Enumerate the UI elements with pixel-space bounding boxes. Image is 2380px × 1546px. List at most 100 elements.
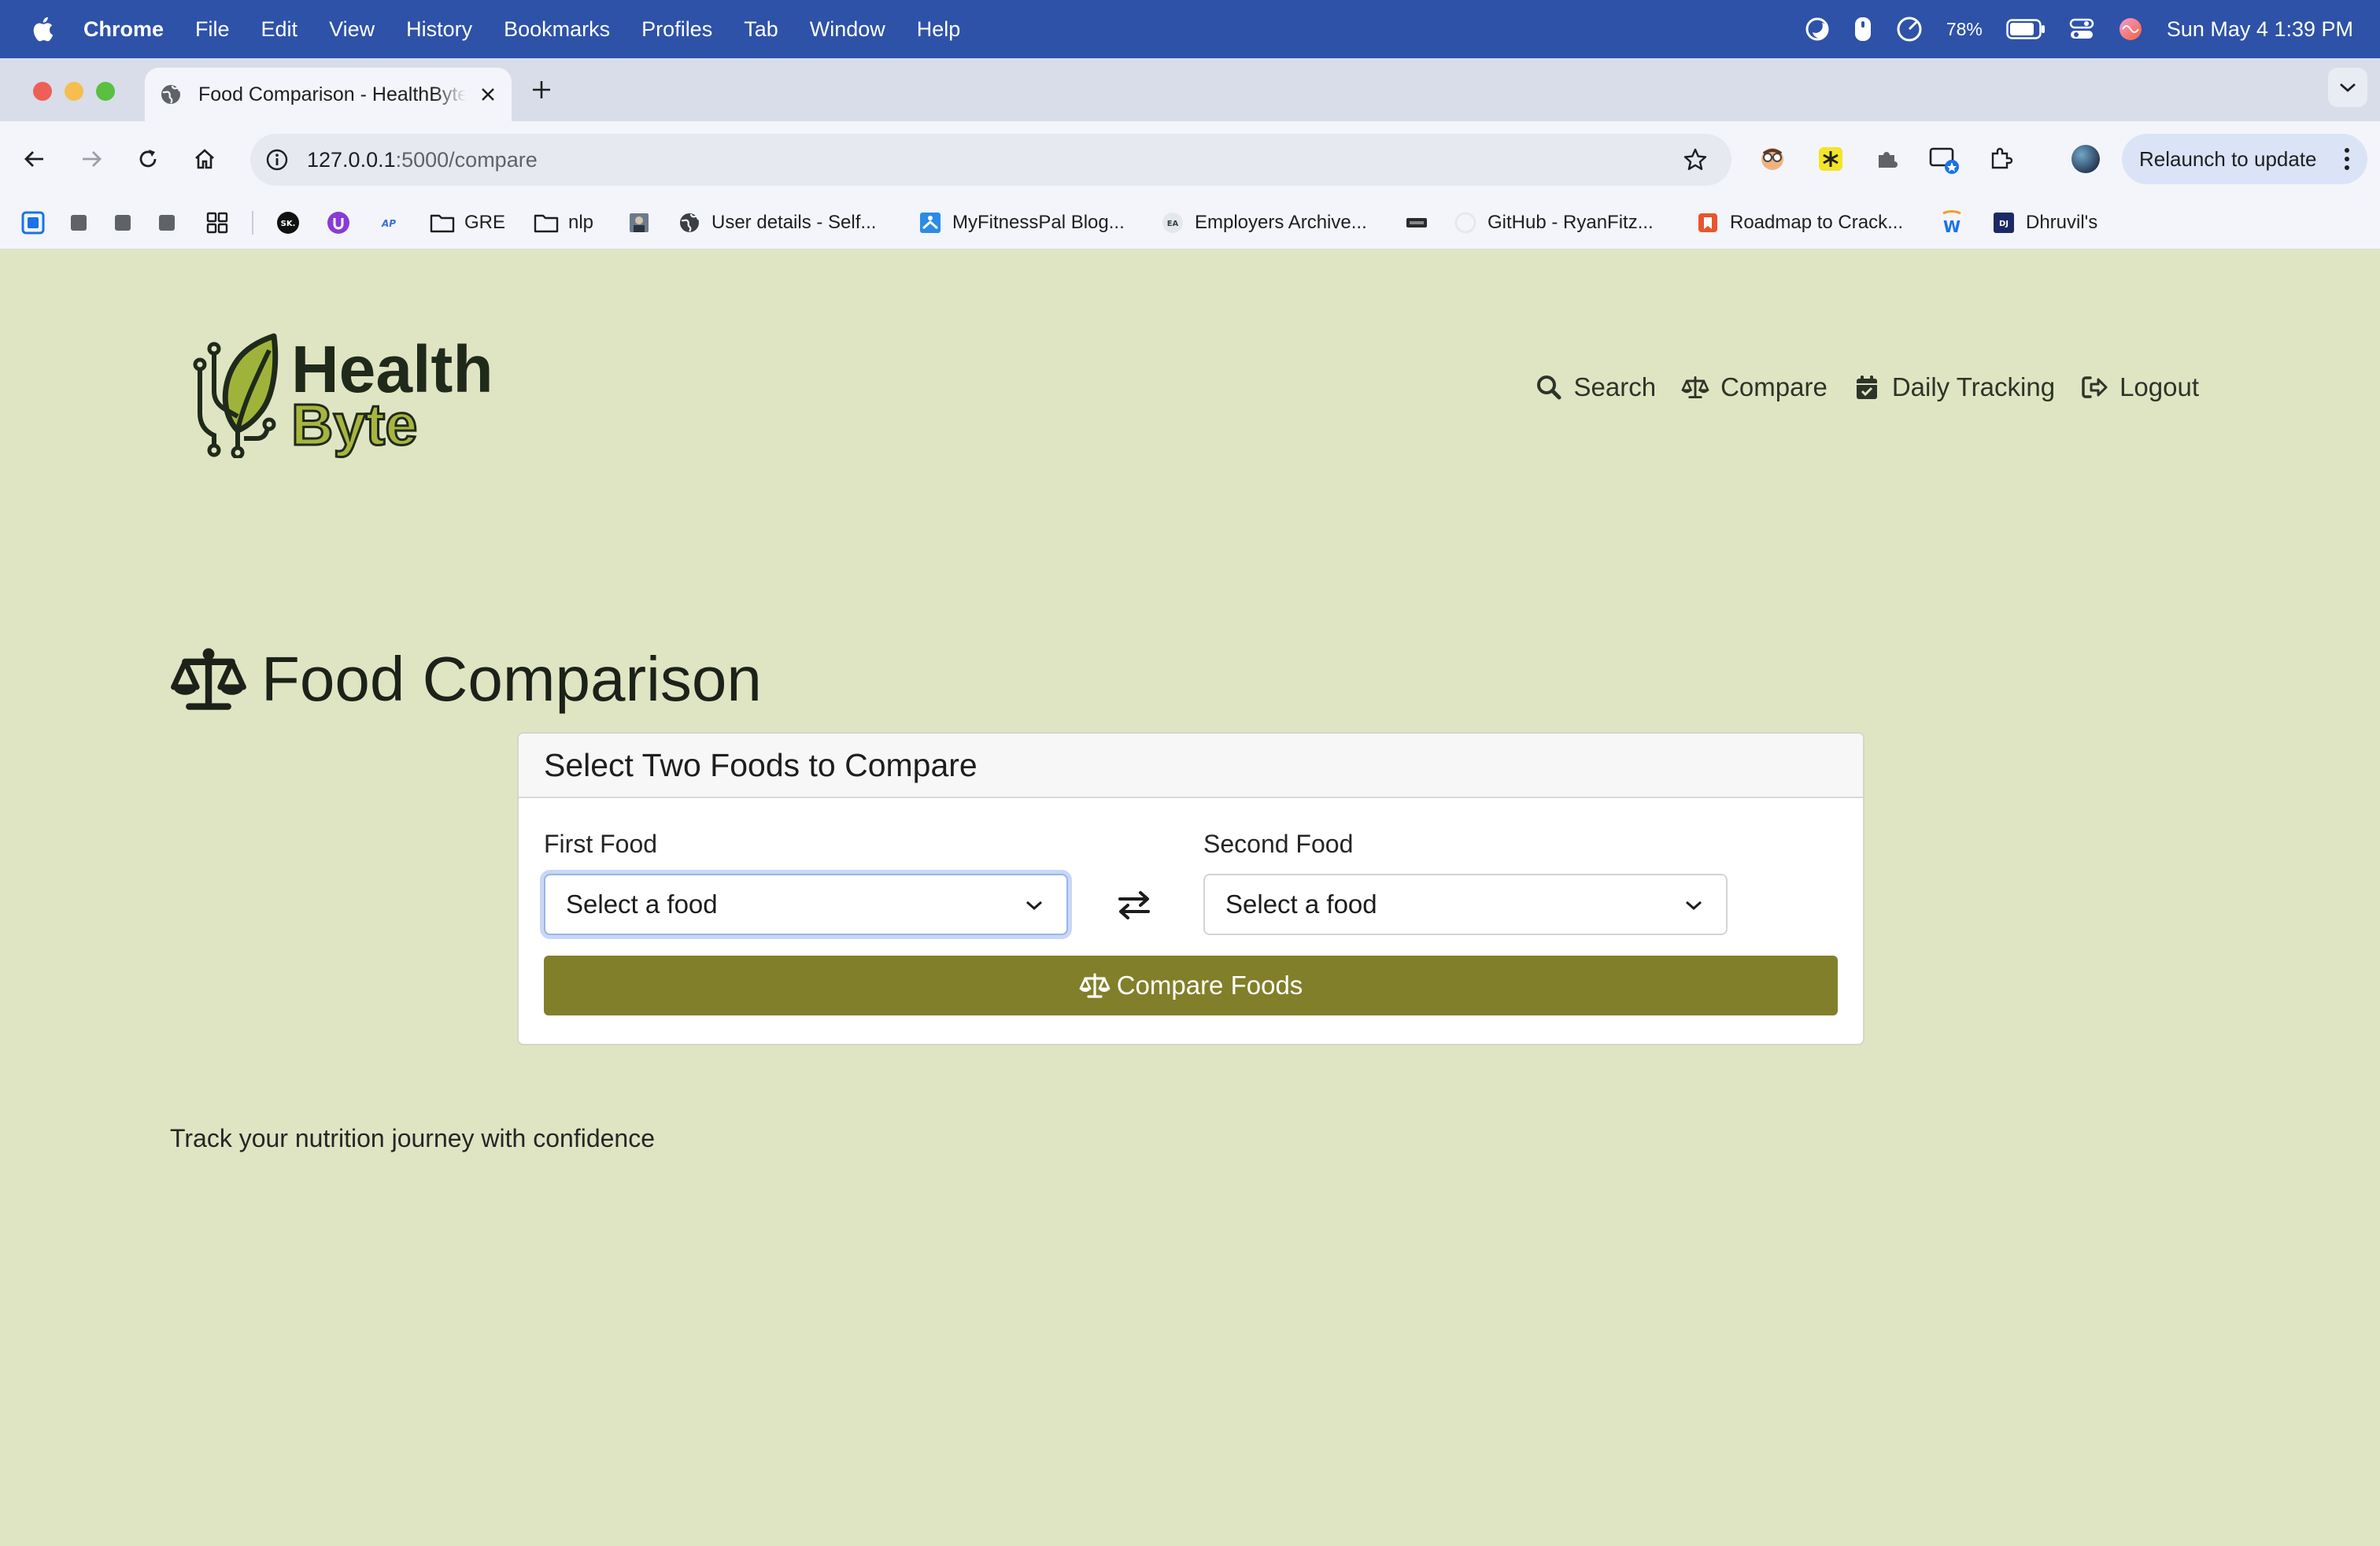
extension-avatar-icon[interactable] (1757, 143, 1788, 175)
page-title: Food Comparison (168, 643, 762, 716)
svg-text:W: W (1943, 217, 1961, 235)
apps-grid-icon[interactable] (205, 208, 230, 238)
menu-profiles[interactable]: Profiles (641, 17, 712, 42)
tab-food-comparison[interactable]: Food Comparison - HealthByte (145, 68, 512, 121)
bookmark-label: GRE (464, 212, 506, 233)
menu-view[interactable]: View (329, 17, 375, 42)
close-window-button[interactable] (33, 82, 52, 101)
bookmark-w-icon[interactable]: W (1939, 208, 1964, 238)
w-logo-icon: W (1939, 210, 1964, 235)
back-icon[interactable] (17, 142, 52, 176)
bookmark-employers[interactable]: EA Employers Archive... (1160, 208, 1367, 238)
bookmark-blue-square-icon[interactable] (20, 208, 46, 238)
bookmark-dhruvils[interactable]: DJ Dhruvil's (1991, 208, 2097, 238)
reload-icon[interactable] (131, 142, 165, 176)
close-tab-icon[interactable] (477, 83, 499, 105)
menu-edit[interactable]: Edit (261, 17, 298, 42)
control-center-icon[interactable] (2069, 17, 2094, 41)
relaunch-label: Relaunch to update (2139, 146, 2317, 171)
nav-search[interactable]: Search (1535, 372, 1656, 402)
extension-asterisk-icon[interactable] (1815, 143, 1846, 175)
bookmark-label: Employers Archive... (1195, 212, 1367, 233)
bookmark-square-3-icon[interactable] (154, 208, 179, 238)
profile-avatar-icon[interactable] (2070, 143, 2101, 175)
extension-puzzle-piece-icon[interactable] (1872, 143, 1903, 175)
tab-search-icon[interactable] (2328, 68, 2367, 107)
menu-file[interactable]: File (195, 17, 230, 42)
second-food-select[interactable]: Select a food (1203, 874, 1728, 935)
svg-text:DJ: DJ (1999, 220, 2009, 228)
bookmark-photo-icon[interactable] (626, 208, 652, 238)
svg-text:AP: AP (381, 218, 396, 229)
swap-arrows-icon[interactable] (1115, 887, 1153, 922)
bookmark-square-1-icon[interactable] (66, 208, 91, 238)
first-food-value: Select a food (566, 890, 718, 919)
siri-icon[interactable] (2118, 17, 2143, 42)
bookmark-user-details[interactable]: User details - Self... (677, 208, 876, 238)
bookmarks-bar: SK. AP GRE nlp User details - Self... My… (0, 197, 2380, 250)
cast-tab-icon[interactable] (1928, 143, 1960, 175)
nav-compare[interactable]: Compare (1681, 372, 1828, 402)
bookmark-star-icon[interactable] (1680, 144, 1711, 176)
menu-tab[interactable]: Tab (744, 17, 778, 42)
relaunch-to-update-button[interactable]: Relaunch to update (2122, 134, 2367, 184)
zoom-window-button[interactable] (96, 82, 115, 101)
night-shift-icon[interactable] (1805, 17, 1830, 42)
chevron-down-icon (1682, 893, 1706, 917)
bookmark-gre[interactable]: GRE (430, 208, 505, 238)
second-food-value: Select a food (1225, 890, 1377, 919)
dj-logo-icon: DJ (1991, 210, 2016, 235)
site-info-icon[interactable] (261, 144, 293, 176)
bookmark-ap-icon[interactable]: AP (376, 208, 401, 238)
address-bar[interactable]: 127.0.0.1:5000/compare (250, 134, 1731, 186)
purple-logo-icon (326, 210, 351, 235)
roadmap-bookmark-icon (1695, 210, 1720, 235)
mouse-icon[interactable] (1853, 16, 1872, 43)
bookmark-myfitnesspal[interactable]: MyFitnessPal Blog... (918, 208, 1125, 238)
nav-logout[interactable]: Logout (2080, 372, 2199, 402)
menu-bookmarks[interactable]: Bookmarks (504, 17, 610, 42)
healthbyte-logo[interactable]: Health Byte (190, 328, 493, 458)
speed-icon[interactable] (1896, 16, 1923, 43)
bookmark-github[interactable]: GitHub - RyanFitz... (1453, 208, 1654, 238)
dark-logo-icon (1404, 210, 1429, 235)
nav-daily-tracking[interactable]: Daily Tracking (1853, 372, 2055, 402)
globe-icon (159, 83, 183, 106)
home-icon[interactable] (187, 142, 222, 176)
bookmark-icon (154, 210, 179, 235)
extensions-icon[interactable] (1985, 143, 2016, 175)
more-menu-icon[interactable] (2339, 146, 2355, 172)
card-header-title: Select Two Foods to Compare (544, 746, 978, 783)
minimize-window-button[interactable] (65, 82, 83, 101)
compare-foods-button[interactable]: Compare Foods (544, 956, 1838, 1015)
bookmark-dark-icon[interactable] (1404, 208, 1429, 238)
menu-help[interactable]: Help (917, 17, 961, 42)
tab-strip: Food Comparison - HealthByte (0, 58, 2380, 121)
bookmark-nlp[interactable]: nlp (534, 208, 593, 238)
browser-toolbar: 127.0.0.1:5000/compare (0, 121, 2380, 197)
balance-scale-icon (1681, 373, 1709, 401)
url-path: :5000/compare (395, 147, 538, 172)
menu-history[interactable]: History (406, 17, 472, 42)
bookmark-roadmap[interactable]: Roadmap to Crack... (1695, 208, 1903, 238)
bookmark-purple-icon[interactable] (326, 208, 351, 238)
bookmark-label: nlp (568, 212, 594, 233)
page-content: Health Byte Search Compare Daily Trackin… (0, 250, 2380, 1546)
bookmark-sk-icon[interactable]: SK. (275, 208, 301, 238)
url-host: 127.0.0.1 (307, 147, 396, 172)
forward-icon[interactable] (74, 142, 109, 176)
bookmark-label: User details - Self... (711, 212, 877, 233)
new-tab-icon[interactable] (527, 76, 556, 104)
clock[interactable]: Sun May 4 1:39 PM (2167, 17, 2353, 42)
nav-daily-tracking-label: Daily Tracking (1891, 372, 2056, 401)
menu-window[interactable]: Window (810, 17, 885, 42)
bookmark-icon (110, 210, 135, 235)
footer-tagline: Track your nutrition journey with confid… (170, 1124, 655, 1152)
macos-menu-bar: Chrome File Edit View History Bookmarks … (0, 0, 2380, 58)
battery-icon[interactable] (2006, 19, 2046, 39)
menu-chrome[interactable]: Chrome (83, 17, 164, 42)
first-food-select[interactable]: Select a food (544, 874, 1068, 935)
apple-icon[interactable] (31, 16, 54, 43)
bookmark-icon (20, 210, 46, 235)
bookmark-square-2-icon[interactable] (110, 208, 135, 238)
